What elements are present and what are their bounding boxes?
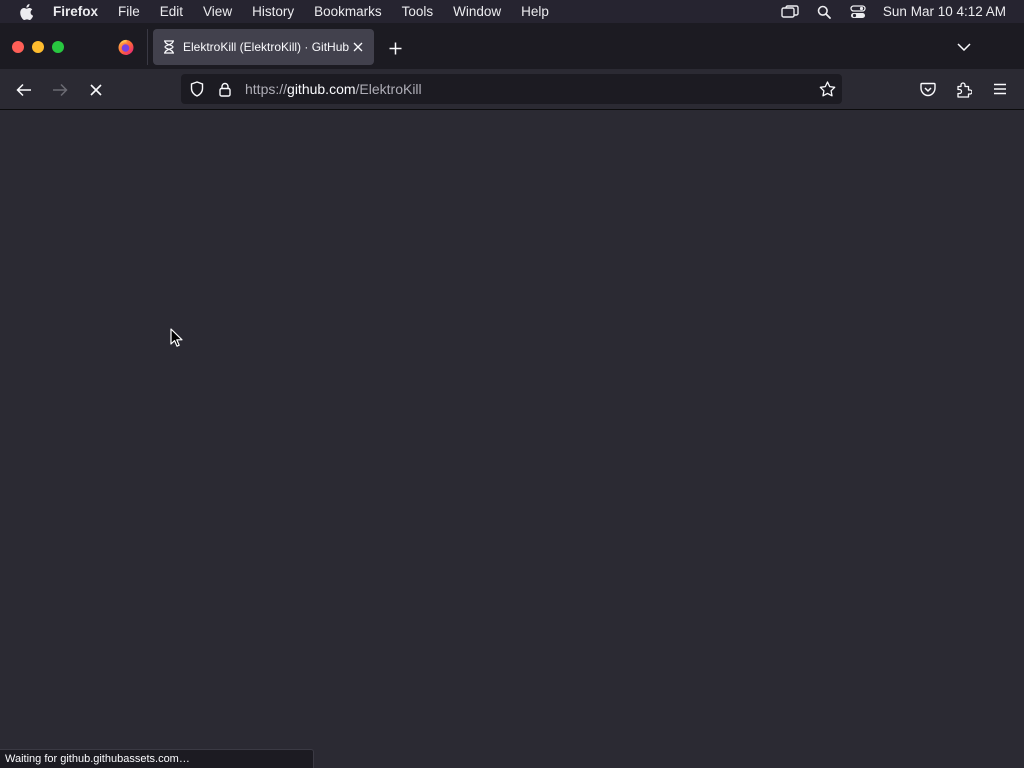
hourglass-loading-icon xyxy=(164,40,174,54)
menu-bar-clock[interactable]: Sun Mar 10 4:12 AM xyxy=(875,4,1024,19)
tab-title: ElektroKill (ElektroKill) · GitHub xyxy=(183,40,350,54)
url-host: github.com xyxy=(287,81,356,97)
window-maximize-button[interactable] xyxy=(52,41,64,53)
arrow-right-icon xyxy=(53,83,68,97)
app-menu-button[interactable] xyxy=(988,78,1012,100)
stop-button[interactable] xyxy=(82,77,110,103)
firefox-icon xyxy=(118,39,133,55)
tab-active[interactable]: ElektroKill (ElektroKill) · GitHub xyxy=(153,29,374,65)
menu-history[interactable]: History xyxy=(242,4,304,19)
status-panel: Waiting for github.githubassets.com… xyxy=(0,749,314,768)
menu-help[interactable]: Help xyxy=(511,4,559,19)
lock-icon[interactable] xyxy=(211,74,239,104)
menu-file[interactable]: File xyxy=(108,4,150,19)
pocket-icon xyxy=(920,82,936,96)
menu-bookmarks[interactable]: Bookmarks xyxy=(304,4,392,19)
forward-button[interactable] xyxy=(46,77,74,103)
spotlight-search-icon[interactable] xyxy=(807,5,841,19)
chevron-down-icon xyxy=(957,43,971,51)
stop-x-icon xyxy=(90,84,102,96)
shield-icon[interactable] xyxy=(183,74,211,104)
apple-logo-icon[interactable] xyxy=(0,3,52,20)
extensions-icon xyxy=(957,81,972,98)
menu-edit[interactable]: Edit xyxy=(150,4,193,19)
extensions-button[interactable] xyxy=(952,78,976,100)
arrow-left-icon xyxy=(16,83,31,97)
url-bar[interactable]: https://github.com/ElektroKill xyxy=(181,74,842,104)
screen-mirroring-icon[interactable] xyxy=(773,4,807,19)
plus-icon xyxy=(389,42,401,54)
pinned-tab-firefox[interactable] xyxy=(104,29,148,65)
mouse-pointer-icon xyxy=(170,328,183,347)
control-center-icon[interactable] xyxy=(841,4,875,19)
page-content-area xyxy=(0,110,1024,768)
url-text[interactable]: https://github.com/ElektroKill xyxy=(245,81,812,97)
close-icon xyxy=(353,42,363,52)
bookmark-star-button[interactable] xyxy=(812,81,842,97)
new-tab-button[interactable] xyxy=(384,37,406,59)
menu-window[interactable]: Window xyxy=(443,4,511,19)
pocket-button[interactable] xyxy=(916,78,940,100)
macos-menu-bar: Firefox File Edit View History Bookmarks… xyxy=(0,0,1024,23)
star-icon xyxy=(819,81,835,97)
menu-view[interactable]: View xyxy=(193,4,242,19)
url-path: /ElektroKill xyxy=(355,81,422,97)
window-close-button[interactable] xyxy=(12,41,24,53)
tab-close-button[interactable] xyxy=(350,39,366,55)
window-minimize-button[interactable] xyxy=(32,41,44,53)
back-button[interactable] xyxy=(10,77,38,103)
menu-firefox[interactable]: Firefox xyxy=(52,4,108,19)
menu-tools[interactable]: Tools xyxy=(392,4,444,19)
list-all-tabs-button[interactable] xyxy=(952,36,976,58)
hamburger-menu-icon xyxy=(994,83,1006,95)
url-scheme: https:// xyxy=(245,81,288,97)
